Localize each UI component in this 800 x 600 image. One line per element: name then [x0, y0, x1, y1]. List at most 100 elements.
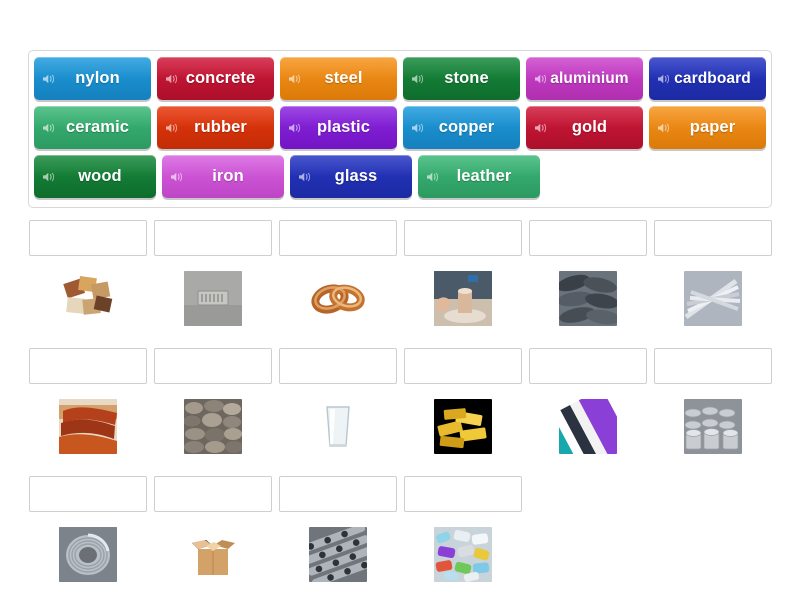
- thumbnail-wrapper: [654, 262, 772, 334]
- drop-zone[interactable]: [653, 348, 772, 384]
- speaker-icon[interactable]: [288, 122, 302, 134]
- paper-stack-photo: [683, 270, 742, 326]
- word-tile-cardboard[interactable]: cardboard: [649, 57, 766, 100]
- answer-grid: [28, 220, 772, 590]
- drop-zone[interactable]: [28, 348, 147, 384]
- word-tile-copper[interactable]: copper: [403, 106, 520, 149]
- word-tile-concrete[interactable]: concrete: [157, 57, 274, 100]
- thumbnail-wrapper: [29, 262, 147, 334]
- word-tile-label: plastic: [317, 118, 370, 136]
- word-tile-label: rubber: [194, 118, 247, 136]
- answer-cell: [403, 220, 522, 334]
- drop-zone[interactable]: [528, 220, 647, 256]
- speaker-icon[interactable]: [411, 73, 425, 85]
- word-tile-label: cardboard: [674, 69, 751, 87]
- speaker-icon[interactable]: [534, 122, 548, 134]
- iron-wire-coil-photo: [58, 526, 117, 582]
- word-tile-glass[interactable]: glass: [290, 155, 412, 198]
- drop-zone[interactable]: [28, 476, 147, 512]
- answer-cell: [653, 348, 772, 462]
- word-tile-plastic[interactable]: plastic: [280, 106, 397, 149]
- answer-cell: [403, 348, 522, 462]
- thumbnail-wrapper: [29, 390, 147, 462]
- drop-zone[interactable]: [28, 220, 147, 256]
- word-tile-iron[interactable]: iron: [162, 155, 284, 198]
- answer-cell: [528, 476, 647, 590]
- word-tile-label: copper: [438, 118, 495, 136]
- speaker-icon[interactable]: [170, 171, 184, 183]
- answer-cell: [403, 476, 522, 590]
- answer-cell: [28, 476, 147, 590]
- word-tile-label: aluminium: [550, 69, 629, 87]
- concrete-slab-photo: [183, 270, 242, 326]
- word-tile-aluminium[interactable]: aluminium: [526, 57, 643, 100]
- answer-cell: [653, 220, 772, 334]
- steel-pipes-photo: [308, 526, 367, 582]
- word-bank-row: wood iron glass leather: [34, 155, 766, 198]
- leather-hide-photo: [58, 398, 117, 454]
- speaker-icon[interactable]: [426, 171, 440, 183]
- speaker-icon[interactable]: [165, 122, 179, 134]
- speaker-icon[interactable]: [411, 122, 425, 134]
- speaker-icon[interactable]: [42, 122, 56, 134]
- word-tile-gold[interactable]: gold: [526, 106, 643, 149]
- answer-row: [28, 476, 772, 590]
- row-spacer: [28, 334, 772, 348]
- gold-bars-photo: [433, 398, 492, 454]
- answer-cell: [153, 220, 272, 334]
- nylon-fabric-photo: [558, 398, 617, 454]
- word-tile-steel[interactable]: steel: [280, 57, 397, 100]
- word-tile-ceramic[interactable]: ceramic: [34, 106, 151, 149]
- thumbnail-wrapper: [654, 390, 772, 462]
- drop-zone[interactable]: [653, 220, 772, 256]
- thumbnail-wrapper: [404, 518, 522, 590]
- answer-cell: [153, 476, 272, 590]
- word-tile-rubber[interactable]: rubber: [157, 106, 274, 149]
- speaker-icon[interactable]: [288, 73, 302, 85]
- answer-row: [28, 220, 772, 334]
- drop-zone[interactable]: [153, 348, 272, 384]
- copper-coils-photo: [308, 270, 367, 326]
- aluminium-cans-photo: [683, 398, 742, 454]
- wood-blocks-photo: [58, 270, 117, 326]
- thumbnail-wrapper: [279, 390, 397, 462]
- drop-zone[interactable]: [153, 220, 272, 256]
- thumbnail-wrapper: [154, 390, 272, 462]
- speaker-icon[interactable]: [42, 171, 56, 183]
- word-tile-label: paper: [689, 118, 736, 136]
- answer-cell: [653, 476, 772, 590]
- word-tile-label: gold: [571, 118, 608, 136]
- word-tile-label: concrete: [185, 69, 256, 87]
- thumbnail-wrapper: [154, 518, 272, 590]
- word-bank-panel: nylon concrete steel stone aluminium cardboar…: [28, 50, 772, 208]
- speaker-icon[interactable]: [298, 171, 312, 183]
- row-spacer: [28, 462, 772, 476]
- drop-zone[interactable]: [278, 220, 397, 256]
- word-tile-wood[interactable]: wood: [34, 155, 156, 198]
- word-bank-row: nylon concrete steel stone aluminium cardboar…: [34, 57, 766, 100]
- drop-zone[interactable]: [153, 476, 272, 512]
- ceramic-pottery-photo: [433, 270, 492, 326]
- thumbnail-wrapper: [529, 390, 647, 462]
- drop-zone[interactable]: [403, 476, 522, 512]
- rubber-tyres-photo: [558, 270, 617, 326]
- thumbnail-wrapper: [529, 262, 647, 334]
- answer-cell: [28, 348, 147, 462]
- word-tile-label: steel: [324, 69, 363, 87]
- word-tile-paper[interactable]: paper: [649, 106, 766, 149]
- word-tile-label: wood: [78, 167, 122, 185]
- drop-zone[interactable]: [278, 476, 397, 512]
- drop-zone[interactable]: [528, 348, 647, 384]
- speaker-icon[interactable]: [657, 122, 671, 134]
- thumbnail-wrapper: [154, 262, 272, 334]
- drop-zone[interactable]: [403, 348, 522, 384]
- word-tile-stone[interactable]: stone: [403, 57, 520, 100]
- thumbnail-wrapper: [404, 390, 522, 462]
- word-tile-nylon[interactable]: nylon: [34, 57, 151, 100]
- word-tile-label: leather: [456, 167, 512, 185]
- word-tile-label: stone: [444, 69, 489, 87]
- speaker-icon[interactable]: [42, 73, 56, 85]
- drop-zone[interactable]: [403, 220, 522, 256]
- drop-zone[interactable]: [278, 348, 397, 384]
- word-tile-leather[interactable]: leather: [418, 155, 540, 198]
